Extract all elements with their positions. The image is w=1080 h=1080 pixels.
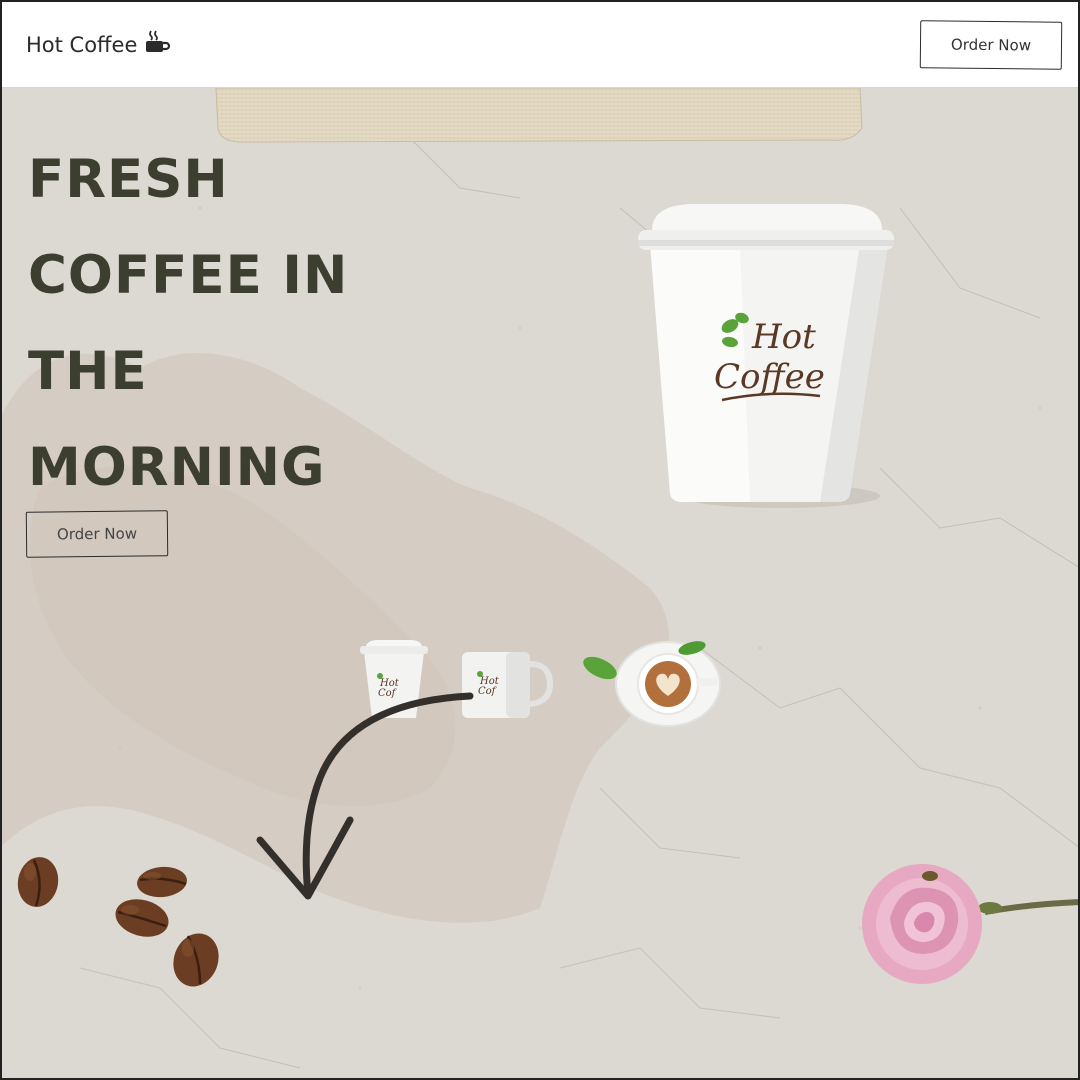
site-header: Hot Coffee Order Now xyxy=(0,0,1080,88)
hero-section: FRESH COFFEE IN THE MORNING Order Now Ho… xyxy=(0,88,1080,1080)
brand-name: Hot Coffee xyxy=(26,32,138,57)
hero-order-now-button[interactable]: Order Now xyxy=(25,510,169,558)
header-order-now-button[interactable]: Order Now xyxy=(919,20,1063,70)
hero-title-line: COFFEE IN xyxy=(28,245,349,306)
cup-logo-line1: Hot xyxy=(751,317,816,357)
coffee-cup-icon xyxy=(143,30,171,59)
coffee-beans-image xyxy=(17,857,219,987)
cup-logo-line2: Coffee xyxy=(714,357,825,397)
latte-cup-image xyxy=(583,641,721,727)
curved-arrow-icon xyxy=(256,692,474,900)
hero-title-line: MORNING xyxy=(28,437,326,498)
brand-logo[interactable]: Hot Coffee xyxy=(26,30,171,59)
hero-title-line: THE xyxy=(28,341,148,402)
paper-cup-image: Hot Coffee xyxy=(638,204,894,508)
hero-title-line: FRESH xyxy=(28,149,229,210)
hero-title: FRESH COFFEE IN THE MORNING xyxy=(28,132,448,516)
pink-rose-image xyxy=(862,864,1080,984)
